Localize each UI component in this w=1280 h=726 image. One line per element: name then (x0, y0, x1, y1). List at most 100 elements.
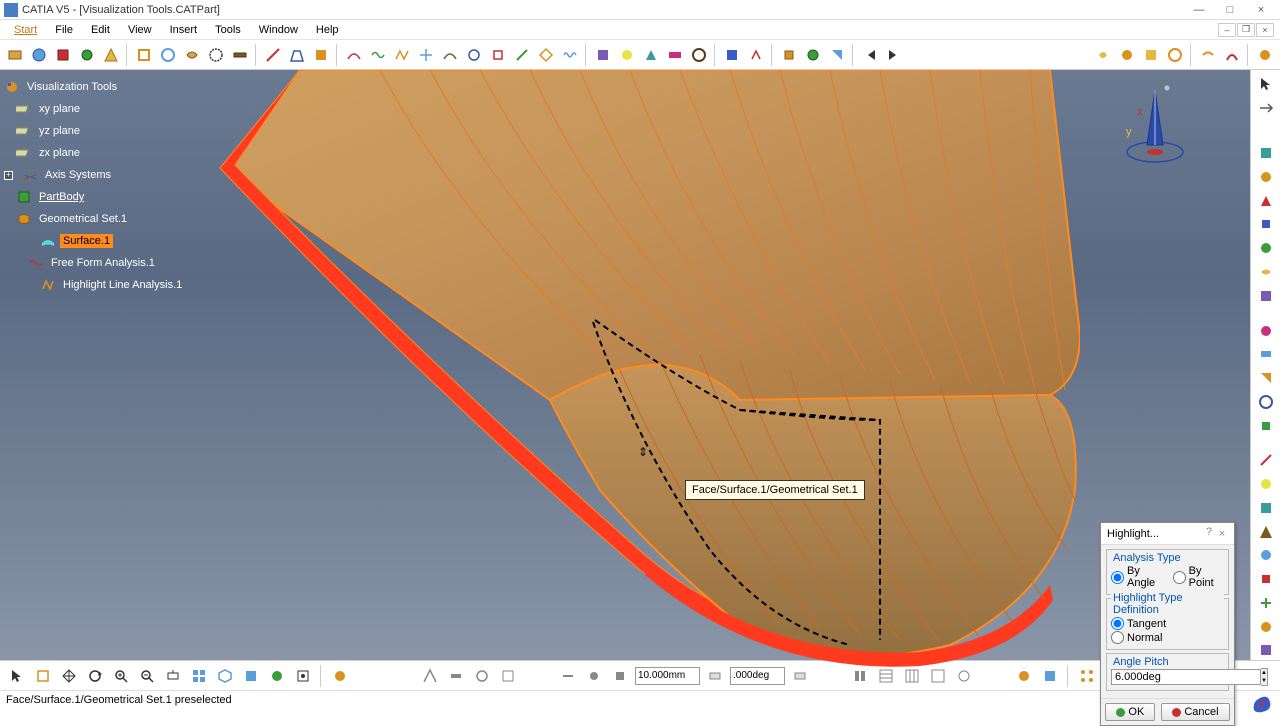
rtb-tool-18[interactable] (1255, 569, 1277, 589)
child-minimize-button[interactable]: – (1218, 23, 1236, 37)
view-compass[interactable]: x y z (1120, 80, 1190, 170)
rtb-tool-12[interactable] (1255, 416, 1277, 436)
tree-geoset[interactable]: Geometrical Set.1 (4, 208, 185, 230)
3d-viewport[interactable]: x y z ⇕ Face/Surface.1/Geometrical Set.1 (0, 70, 1280, 660)
rtb-tool-11[interactable] (1255, 392, 1277, 412)
dialog-titlebar[interactable]: Highlight... ? × (1101, 523, 1234, 545)
rtb-tool-6[interactable] (1255, 262, 1277, 282)
dialog-close-button[interactable]: × (1214, 526, 1230, 542)
rtb-tool-13[interactable] (1255, 451, 1277, 471)
toolbar-curve-9[interactable] (535, 44, 557, 66)
toolbar-btn-a5[interactable] (688, 44, 710, 66)
angle-pitch-spinner[interactable]: ▲ ▼ (1261, 668, 1268, 686)
menu-insert[interactable]: Insert (162, 22, 206, 38)
tree-root[interactable]: Visualization Tools (4, 76, 185, 98)
rtb-tool-2[interactable] (1255, 167, 1277, 187)
specification-tree[interactable]: Visualization Tools xy plane yz plane zx… (4, 76, 185, 296)
radio-by-point-input[interactable] (1173, 571, 1186, 584)
toolbar-btn-a3[interactable] (640, 44, 662, 66)
toolbar-curve-8[interactable] (511, 44, 533, 66)
tree-xy-plane[interactable]: xy plane (4, 98, 185, 120)
toolbar-btn-6[interactable] (133, 44, 155, 66)
toolbar-right-1[interactable] (1092, 44, 1114, 66)
tree-surface[interactable]: Surface.1 (4, 230, 185, 252)
toolbar-right-7[interactable] (1254, 44, 1276, 66)
toolbar-btn-5[interactable] (100, 44, 122, 66)
toolbar-btn-11[interactable] (262, 44, 284, 66)
menu-window[interactable]: Window (251, 22, 306, 38)
tree-axis-systems[interactable]: + Axis Systems (4, 164, 185, 186)
rtb-tool-21[interactable] (1255, 640, 1277, 660)
rtb-tool-15[interactable] (1255, 498, 1277, 518)
toolbar-btn-1[interactable] (4, 44, 26, 66)
menu-tools[interactable]: Tools (207, 22, 249, 38)
radio-by-angle-input[interactable] (1111, 571, 1124, 584)
cancel-button[interactable]: Cancel (1161, 703, 1229, 721)
radio-by-point[interactable]: By Point (1173, 565, 1224, 589)
toolbar-curve-6[interactable] (463, 44, 485, 66)
btb-zoom-out-icon[interactable] (136, 665, 158, 687)
rtb-tool-8[interactable] (1255, 321, 1277, 341)
toolbar-right-5[interactable] (1197, 44, 1219, 66)
btb-zoom-in-icon[interactable] (110, 665, 132, 687)
toolbar-right-3[interactable] (1140, 44, 1162, 66)
toolbar-btn-8[interactable] (181, 44, 203, 66)
maximize-button[interactable]: □ (1215, 1, 1245, 19)
expand-icon[interactable]: + (4, 171, 13, 180)
radio-normal-input[interactable] (1111, 631, 1124, 644)
rtb-arrow-icon[interactable] (1255, 98, 1277, 118)
tree-zx-plane[interactable]: zx plane (4, 142, 185, 164)
rtb-tool-4[interactable] (1255, 215, 1277, 235)
playback-next-button[interactable] (883, 44, 905, 66)
toolbar-btn-7[interactable] (157, 44, 179, 66)
child-close-button[interactable]: × (1256, 23, 1274, 37)
menu-file[interactable]: File (47, 22, 81, 38)
toolbar-btn-c1[interactable] (778, 44, 800, 66)
toolbar-btn-3[interactable] (52, 44, 74, 66)
btb-2[interactable] (32, 665, 54, 687)
child-restore-button[interactable]: ❐ (1237, 23, 1255, 37)
rtb-tool-16[interactable] (1255, 522, 1277, 542)
radio-by-angle[interactable]: By Angle (1111, 565, 1165, 589)
toolbar-btn-b2[interactable] (745, 44, 767, 66)
toolbar-btn-a1[interactable] (592, 44, 614, 66)
spin-up[interactable]: ▲ (1261, 669, 1267, 677)
toolbar-btn-a4[interactable] (664, 44, 686, 66)
menu-start[interactable]: Start (6, 22, 45, 38)
close-button[interactable]: × (1246, 1, 1276, 19)
rtb-tool-9[interactable] (1255, 344, 1277, 364)
rtb-tool-10[interactable] (1255, 368, 1277, 388)
rtb-tool-14[interactable] (1255, 474, 1277, 494)
toolbar-right-4[interactable] (1164, 44, 1186, 66)
toolbar-btn-2[interactable] (28, 44, 50, 66)
rtb-tool-3[interactable] (1255, 191, 1277, 211)
toolbar-curve-5[interactable] (439, 44, 461, 66)
tree-hla[interactable]: Highlight Line Analysis.1 (4, 274, 185, 296)
btb-pan-icon[interactable] (58, 665, 80, 687)
rtb-tool-1[interactable] (1255, 143, 1277, 163)
rtb-tool-19[interactable] (1255, 593, 1277, 613)
rtb-tool-17[interactable] (1255, 546, 1277, 566)
toolbar-curve-4[interactable] (415, 44, 437, 66)
toolbar-curve-7[interactable] (487, 44, 509, 66)
tree-yz-plane[interactable]: yz plane (4, 120, 185, 142)
rtb-select-icon[interactable] (1255, 74, 1277, 94)
btb-rotate-icon[interactable] (84, 665, 106, 687)
radio-tangent-input[interactable] (1111, 617, 1124, 630)
toolbar-btn-12[interactable] (286, 44, 308, 66)
tree-partbody[interactable]: PartBody (4, 186, 185, 208)
rtb-tool-20[interactable] (1255, 617, 1277, 637)
ok-button[interactable]: OK (1105, 703, 1155, 721)
toolbar-btn-9[interactable] (205, 44, 227, 66)
btb-1[interactable] (6, 665, 28, 687)
toolbar-curve-3[interactable] (391, 44, 413, 66)
highlight-dialog[interactable]: Highlight... ? × Analysis Type By Angle … (1100, 522, 1235, 726)
toolbar-btn-10[interactable] (229, 44, 251, 66)
toolbar-btn-a2[interactable] (616, 44, 638, 66)
toolbar-btn-13[interactable] (310, 44, 332, 66)
toolbar-curve-2[interactable] (367, 44, 389, 66)
toolbar-right-6[interactable] (1221, 44, 1243, 66)
spin-down[interactable]: ▼ (1261, 677, 1267, 685)
radio-normal[interactable]: Normal (1111, 631, 1224, 644)
angle-pitch-input[interactable] (1111, 669, 1261, 685)
